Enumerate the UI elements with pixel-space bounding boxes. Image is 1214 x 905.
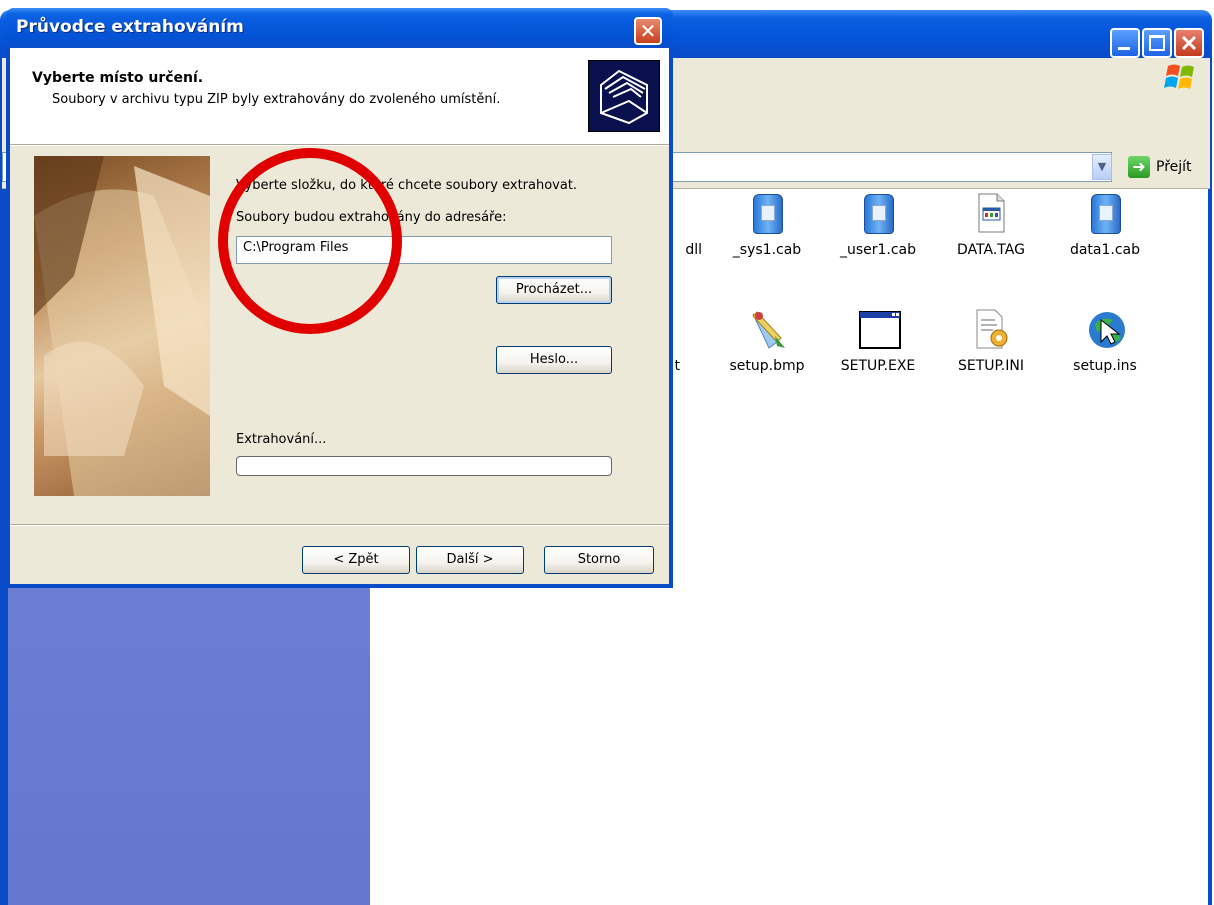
windows-logo-icon [1164, 64, 1194, 89]
file-item[interactable]: _sys1.cab [712, 192, 822, 258]
file-label: SETUP.EXE [840, 358, 916, 374]
password-button[interactable]: Heslo... [496, 346, 612, 374]
file-label: data1.cab [1069, 242, 1141, 258]
dialog-title: Průvodce extrahováním [16, 17, 244, 37]
file-item[interactable]: DATA.TAG [936, 192, 1046, 258]
header-subtitle: Soubory v archivu typu ZIP byly extrahov… [52, 92, 501, 107]
cab-icon [747, 192, 787, 236]
go-button[interactable]: ➜ Přejít [1128, 154, 1192, 180]
file-item[interactable]: SETUP.INI [936, 308, 1046, 374]
back-button[interactable]: < Zpět [302, 546, 410, 574]
minimize-button[interactable] [1110, 28, 1140, 58]
annotation-circle [218, 148, 402, 334]
file-item[interactable]: SETUP.EXE [823, 308, 933, 374]
header-divider [10, 145, 669, 146]
chevron-down-icon[interactable]: ▼ [1092, 154, 1112, 180]
wizard-side-image [34, 156, 210, 497]
file-item[interactable]: setup.ins [1050, 308, 1160, 374]
cab-icon [1085, 192, 1125, 236]
tag-file-icon [971, 192, 1011, 236]
close-icon[interactable]: ✕ [634, 17, 662, 45]
footer-divider [10, 524, 669, 526]
file-item[interactable]: _user1.cab [823, 192, 933, 258]
file-label: setup.ins [1073, 358, 1137, 374]
go-label: Přejít [1156, 159, 1192, 175]
dialog-titlebar[interactable]: Průvodce extrahováním ✕ [6, 8, 673, 48]
explorer-close-button[interactable] [1174, 28, 1204, 58]
installshield-script-icon [1085, 308, 1125, 352]
exe-window-icon [858, 308, 901, 352]
file-item[interactable]: setup.bmp [712, 308, 822, 374]
wizard-header: Vyberte místo určení. Soubory v archivu … [10, 48, 669, 145]
zip-folder-icon [588, 60, 660, 132]
go-arrow-icon: ➜ [1128, 156, 1150, 178]
extraction-progress-bar [236, 456, 612, 476]
ini-settings-icon [971, 308, 1011, 352]
file-label: DATA.TAG [957, 242, 1025, 258]
file-label: setup.bmp [729, 358, 805, 374]
cab-icon [858, 192, 898, 236]
file-item[interactable]: data1.cab [1050, 192, 1160, 258]
header-title: Vyberte místo určení. [32, 70, 204, 86]
browse-button[interactable]: Procházet... [496, 276, 612, 304]
maximize-button[interactable] [1142, 28, 1172, 58]
paint-bitmap-icon [747, 308, 787, 352]
next-button[interactable]: Další > [416, 546, 524, 574]
cancel-button[interactable]: Storno [544, 546, 654, 574]
file-label: _sys1.cab [732, 242, 802, 258]
file-label: _user1.cab [839, 242, 917, 258]
progress-label: Extrahování... [236, 432, 327, 447]
file-label: SETUP.INI [958, 358, 1024, 374]
